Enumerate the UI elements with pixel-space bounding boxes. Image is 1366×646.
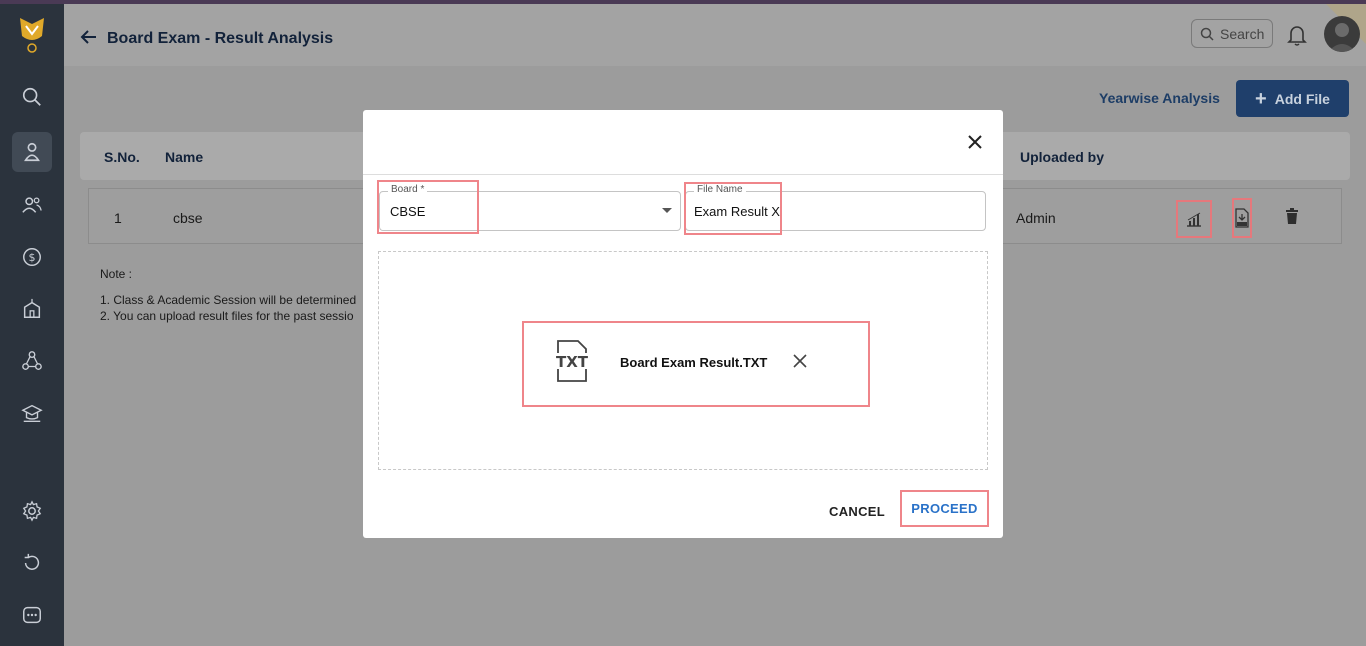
- notification-bell-icon[interactable]: [1287, 24, 1307, 46]
- file-type-text: TXT: [556, 353, 589, 371]
- refresh-icon: [24, 553, 40, 570]
- sidebar: $: [0, 4, 64, 646]
- gear-icon: [22, 500, 42, 522]
- modal-divider: [363, 174, 1003, 175]
- back-arrow-icon[interactable]: [80, 28, 98, 46]
- school-icon: [23, 298, 41, 318]
- exam-icon: [24, 142, 40, 162]
- download-file-icon: [1235, 208, 1249, 228]
- download-xls-button[interactable]: [1232, 198, 1252, 238]
- sidebar-item-search[interactable]: [19, 84, 45, 110]
- bar-chart-icon: [1187, 212, 1201, 227]
- svg-text:$: $: [29, 251, 36, 264]
- remove-file-icon[interactable]: [792, 353, 808, 369]
- more-icon: [23, 606, 41, 624]
- cell-sno: 1: [114, 210, 122, 226]
- add-file-label: Add File: [1274, 90, 1330, 107]
- page-title: Board Exam - Result Analysis: [107, 30, 334, 47]
- sidebar-item-exam[interactable]: [19, 139, 45, 165]
- upload-file-modal: Board * CBSE File Name Exam Result X TXT…: [363, 110, 1003, 538]
- cell-uploaded-by: Admin: [1016, 210, 1056, 226]
- sidebar-item-academics[interactable]: [19, 400, 45, 426]
- search-box[interactable]: Search: [1191, 19, 1273, 48]
- app-logo[interactable]: [16, 16, 48, 56]
- graduation-cap-icon: [21, 404, 43, 422]
- chevron-down-icon[interactable]: [662, 208, 672, 213]
- search-icon: [1200, 27, 1214, 41]
- sidebar-item-more[interactable]: [19, 602, 45, 628]
- proceed-button[interactable]: PROCEED: [900, 490, 989, 527]
- search-placeholder: Search: [1220, 25, 1265, 42]
- sidebar-item-settings[interactable]: [19, 498, 45, 524]
- delete-trash-icon[interactable]: [1284, 207, 1300, 225]
- file-name-highlight: [684, 182, 782, 235]
- note-line-1: 1. Class & Academic Session will be dete…: [100, 293, 357, 307]
- txt-file-icon: TXT: [554, 340, 590, 382]
- dollar-icon: $: [23, 248, 41, 266]
- add-file-button[interactable]: + Add File: [1236, 80, 1349, 117]
- sidebar-item-users[interactable]: [19, 192, 45, 218]
- network-icon: [22, 351, 42, 370]
- board-highlight: [377, 180, 479, 234]
- note-line-2: 2. You can upload result files for the p…: [100, 309, 354, 323]
- uploaded-file-name: Board Exam Result.TXT: [620, 355, 768, 370]
- plus-icon: +: [1255, 87, 1267, 110]
- analysis-chart-button[interactable]: [1176, 200, 1212, 238]
- uploaded-file-chip: TXT Board Exam Result.TXT: [522, 321, 870, 407]
- sidebar-item-fees[interactable]: $: [19, 244, 45, 270]
- note-section: Note : 1. Class & Academic Session will …: [100, 266, 356, 324]
- note-title: Note :: [100, 267, 133, 281]
- yearwise-analysis-link[interactable]: Yearwise Analysis: [1099, 90, 1220, 106]
- cancel-button[interactable]: CANCEL: [829, 504, 885, 519]
- sidebar-item-network[interactable]: [19, 348, 45, 374]
- sidebar-item-school[interactable]: [19, 296, 45, 322]
- close-icon[interactable]: [965, 132, 985, 152]
- column-header-sno: S.No.: [104, 149, 140, 165]
- column-header-name: Name: [165, 149, 204, 165]
- column-header-uploaded-by: Uploaded by: [1020, 149, 1105, 165]
- cell-name: cbse: [173, 210, 203, 226]
- users-icon: [22, 197, 42, 213]
- user-avatar[interactable]: [1324, 16, 1360, 52]
- sidebar-item-refresh[interactable]: [19, 550, 45, 576]
- search-icon: [22, 87, 41, 106]
